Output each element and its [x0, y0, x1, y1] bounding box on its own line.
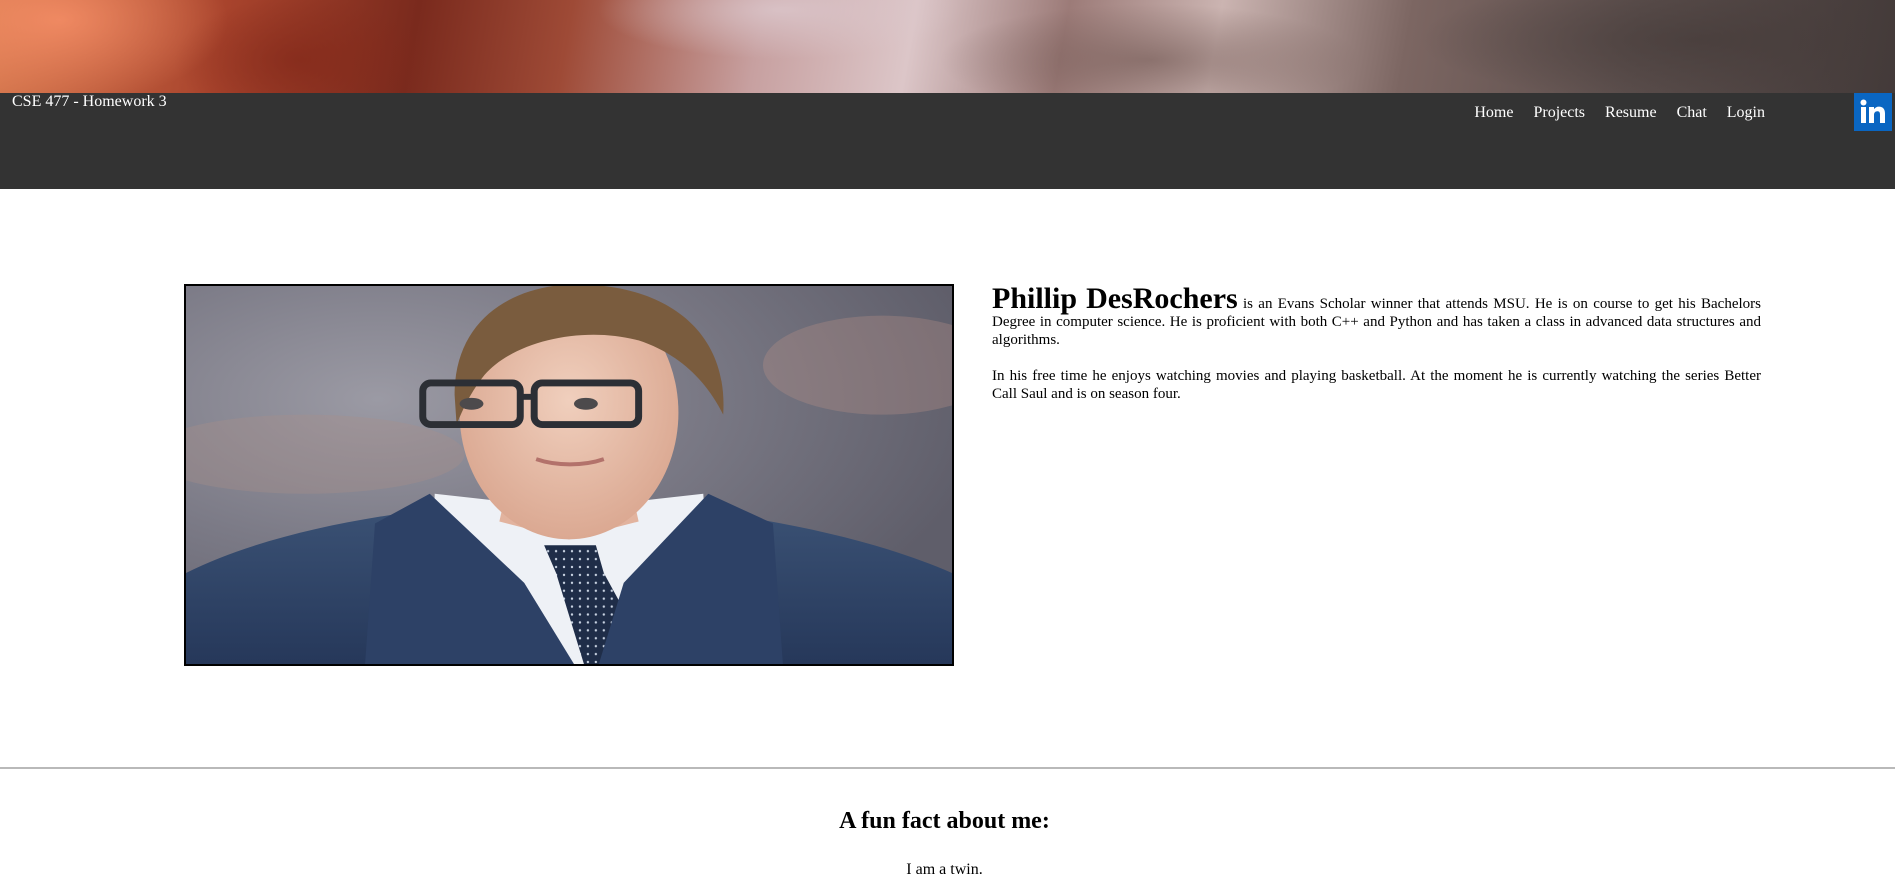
site-title: CSE 477 - Homework 3	[12, 93, 167, 110]
section-divider	[0, 767, 1895, 769]
bio-name: Phillip DesRochers	[992, 282, 1238, 315]
nav-resume[interactable]: Resume	[1595, 104, 1667, 122]
nav-home[interactable]: Home	[1464, 104, 1523, 122]
fun-fact-text: I am a twin.	[906, 861, 983, 878]
linkedin-icon[interactable]	[1854, 93, 1892, 131]
nav-links: Home Projects Resume Chat Login	[1464, 104, 1775, 122]
bio-paragraph-2: In his free time he enjoys watching movi…	[992, 368, 1761, 402]
nav-login[interactable]: Login	[1717, 104, 1775, 122]
bio: Phillip DesRochers is an Evans Scholar w…	[992, 284, 1761, 421]
fun-fact-title: A fun fact about me:	[839, 808, 1050, 834]
nav-chat[interactable]: Chat	[1667, 104, 1717, 122]
header-banner-image	[0, 0, 1895, 93]
navbar: CSE 477 - Homework 3 Home Projects Resum…	[0, 93, 1895, 189]
bio-paragraph-1: Phillip DesRochers is an Evans Scholar w…	[992, 284, 1761, 349]
profile-photo	[184, 284, 954, 666]
nav-projects[interactable]: Projects	[1523, 104, 1595, 122]
